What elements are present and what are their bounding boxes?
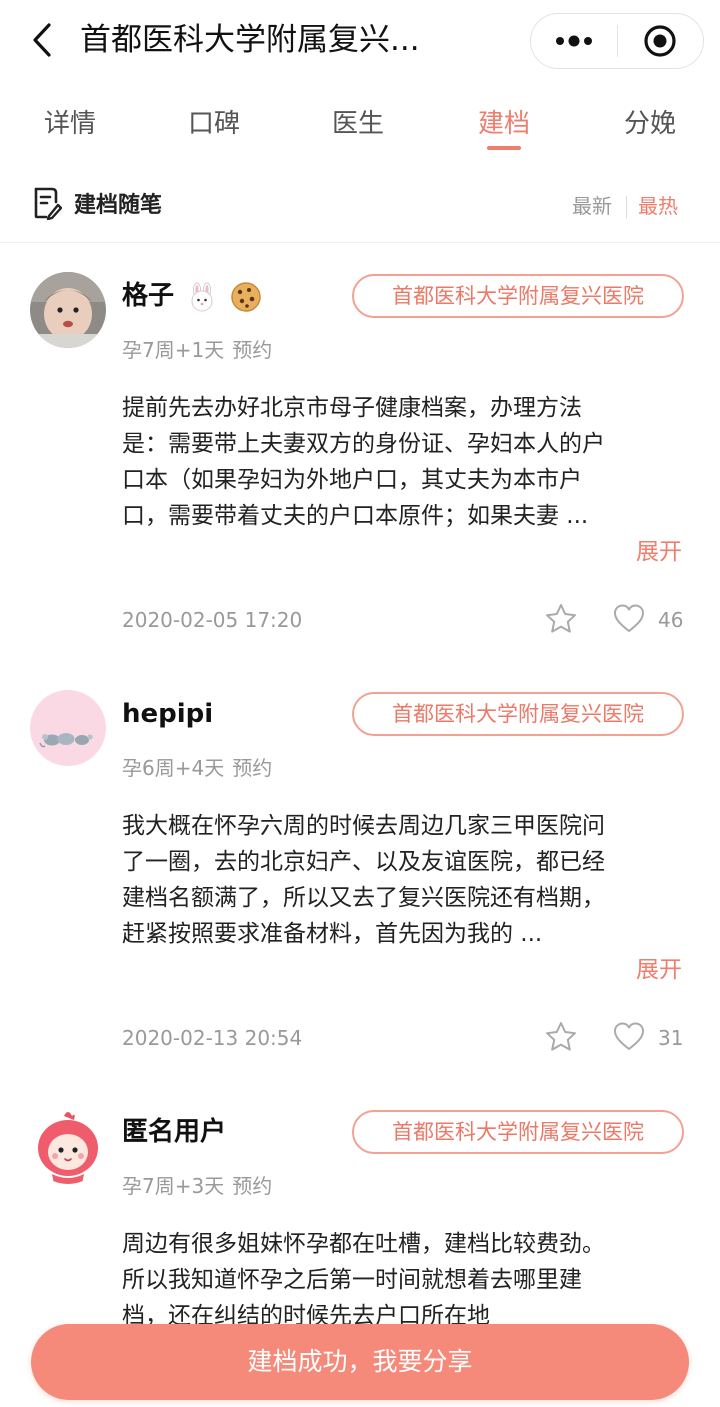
chevron-left-icon [33,23,51,57]
more-button[interactable] [531,14,617,68]
username[interactable]: 格子 [122,276,262,316]
sort-newest-button[interactable]: 最新 [572,190,612,222]
post-content[interactable]: 周边有很多姐妹怀孕都在吐槽，建档比较费劲。所以我知道怀孕之后第一时间就想着去哪里… [122,1226,622,1336]
baby-avatar-image [30,272,106,348]
avatar[interactable] [30,690,106,766]
pregnancy-week: 孕7周+1天 [122,338,225,362]
post-content[interactable]: 我大概在怀孕六周的时候去周边几家三甲医院问了一圈，去的北京妇产、以及友谊医院，都… [122,808,622,952]
username[interactable]: hepipi [122,694,213,734]
heart-icon[interactable] [612,602,646,636]
tab-bar: 详情 口碑 医生 建档 分娩 [0,96,720,160]
pregnancy-week: 孕6周+4天 [122,756,225,780]
rabbit-face-icon [191,282,213,311]
back-button[interactable] [22,18,62,62]
booking-status: 预约 [232,756,273,780]
booking-status: 预约 [232,1174,273,1198]
tab-doctors[interactable]: 医生 [303,104,413,144]
star-icon[interactable] [544,602,578,636]
like-count: 46 [658,608,684,632]
section-divider [0,242,720,243]
tab-details[interactable]: 详情 [15,104,125,144]
notes-icon [34,187,62,220]
avatar[interactable] [30,1108,106,1184]
hospital-tag[interactable]: 首都医科大学附属复兴医院 [352,692,684,736]
share-button[interactable]: 建档成功，我要分享 [31,1324,689,1400]
booking-status: 预约 [232,338,273,362]
mini-program-capsule [530,13,704,69]
post-date: 2020-02-13 20:54 [122,1026,303,1050]
tab-delivery[interactable]: 分娩 [595,104,705,144]
username-text: 格子 [122,281,175,311]
page-title: 首都医科大学附属复兴... [80,22,420,58]
hospital-tag[interactable]: 首都医科大学附属复兴医院 [352,1110,684,1154]
expand-button[interactable]: 展开 [636,534,682,570]
sort-divider [626,196,627,218]
expand-button[interactable]: 展开 [636,952,682,988]
sort-hottest-button[interactable]: 最热 [638,190,678,222]
section-title: 建档随笔 [74,193,163,218]
pregnancy-meta: 孕6周+4天 预约 [122,752,272,784]
section-header: 建档随笔 最新 最热 [0,176,720,242]
pregnancy-meta: 孕7周+1天 预约 [122,334,272,366]
username[interactable]: 匿名用户 [122,1112,226,1152]
more-dots-icon [555,35,592,47]
nav-header: 首都医科大学附属复兴... [0,0,720,84]
heart-icon[interactable] [612,1020,646,1054]
elephant-avatar-image [30,690,106,766]
pregnancy-meta: 孕7周+3天 预约 [122,1170,272,1202]
pregnancy-week: 孕7周+3天 [122,1174,225,1198]
close-button[interactable] [618,14,704,68]
mascot-avatar-image [30,1108,106,1184]
tab-reviews[interactable]: 口碑 [159,104,269,144]
target-close-icon [644,25,676,57]
cookie-icon [231,281,261,312]
post-content[interactable]: 提前先去办好北京市母子健康档案，办理方法是：需要带上夫妻双方的身份证、孕妇本人的… [122,390,622,534]
hospital-tag[interactable]: 首都医科大学附属复兴医院 [352,274,684,318]
tab-registration[interactable]: 建档 [449,104,559,144]
active-tab-indicator [487,146,521,150]
avatar[interactable] [30,272,106,348]
like-count: 31 [658,1026,684,1050]
post-date: 2020-02-05 17:20 [122,608,303,632]
star-icon[interactable] [544,1020,578,1054]
